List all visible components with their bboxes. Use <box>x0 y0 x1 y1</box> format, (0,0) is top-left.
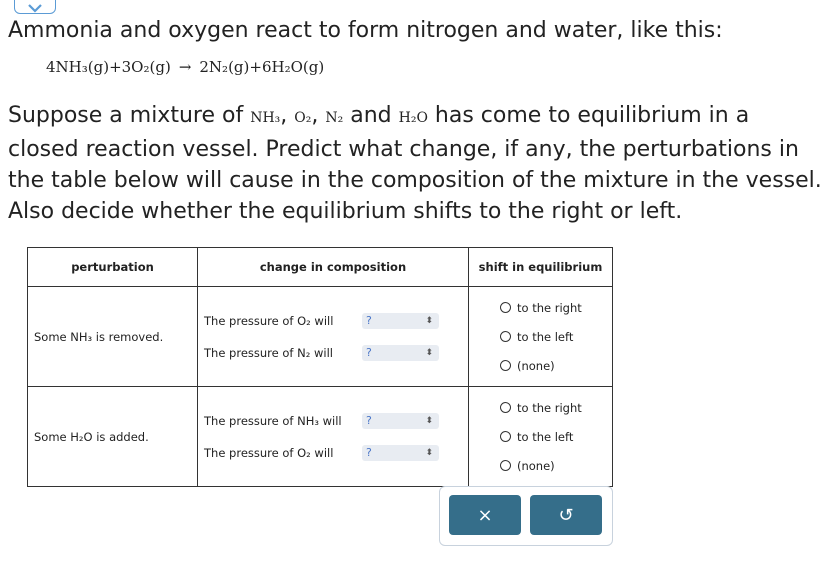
change-line: The pressure of O₂ will ? ⬍ <box>198 437 468 469</box>
radio-label: to the right <box>517 400 582 415</box>
reaction-equation: 4NH₃(g)+3O₂(g) → 2N₂(g)+6H₂O(g) <box>46 58 324 76</box>
radio-label: to the right <box>517 300 582 315</box>
header-shift: shift in equilibrium <box>468 247 613 287</box>
pressure-select[interactable]: ? ⬍ <box>362 344 439 361</box>
header-change: change in composition <box>197 247 469 287</box>
shift-cell: to the right to the left (none) <box>468 386 613 487</box>
species-n2: N₂ <box>325 110 344 126</box>
updown-caret-icon: ⬍ <box>425 447 433 458</box>
radio-option[interactable]: to the left <box>469 422 612 451</box>
question-text: Suppose a mixture of NH₃, O₂, N₂ and H₂O… <box>8 100 823 227</box>
equation-products: 2N₂(g)+6H₂O(g) <box>199 58 325 76</box>
species-nh3: NH₃ <box>250 110 281 126</box>
change-line: The pressure of N₂ will ? ⬍ <box>198 337 468 369</box>
updown-caret-icon: ⬍ <box>425 415 433 426</box>
equation-reactants: 4NH₃(g)+3O₂(g) <box>46 58 171 76</box>
select-value: ? <box>366 346 372 359</box>
updown-caret-icon: ⬍ <box>425 315 433 326</box>
radio-icon[interactable] <box>500 431 511 442</box>
equation-arrow: → <box>178 58 192 76</box>
radio-option[interactable]: (none) <box>469 351 612 380</box>
radio-icon[interactable] <box>500 402 511 413</box>
comma: , <box>311 103 326 128</box>
change-label: The pressure of NH₃ will <box>204 413 342 428</box>
header-perturbation: perturbation <box>27 247 198 287</box>
radio-icon[interactable] <box>500 460 511 471</box>
radio-icon[interactable] <box>500 360 511 371</box>
radio-option[interactable]: to the right <box>469 293 612 322</box>
radio-label: (none) <box>517 358 555 373</box>
radio-label: to the left <box>517 329 574 344</box>
select-value: ? <box>366 414 372 427</box>
pressure-select[interactable]: ? ⬍ <box>362 312 439 329</box>
species-h2o: H₂O <box>398 110 428 126</box>
radio-icon[interactable] <box>500 302 511 313</box>
change-cell: The pressure of NH₃ will ? ⬍ The pressur… <box>197 386 469 487</box>
undo-button[interactable]: ↺ <box>530 495 602 535</box>
clear-button[interactable]: × <box>449 495 521 535</box>
change-label: The pressure of N₂ will <box>204 345 333 360</box>
change-label: The pressure of O₂ will <box>204 445 334 460</box>
perturbation-cell: Some H₂O is added. <box>27 386 198 487</box>
and-word: and <box>343 103 399 128</box>
radio-label: (none) <box>517 458 555 473</box>
radio-icon[interactable] <box>500 331 511 342</box>
perturbation-cell: Some NH₃ is removed. <box>27 286 198 387</box>
change-line: The pressure of O₂ will ? ⬍ <box>198 305 468 337</box>
undo-icon: ↺ <box>558 504 574 526</box>
close-icon: × <box>477 504 493 526</box>
radio-label: to the left <box>517 429 574 444</box>
shift-cell: to the right to the left (none) <box>468 286 613 387</box>
perturbation-table: perturbation change in composition shift… <box>27 247 613 487</box>
change-line: The pressure of NH₃ will ? ⬍ <box>198 405 468 437</box>
table-row: Some H₂O is added. The pressure of NH₃ w… <box>27 386 613 487</box>
select-value: ? <box>366 314 372 327</box>
updown-caret-icon: ⬍ <box>425 347 433 358</box>
collapse-toggle[interactable] <box>14 0 56 14</box>
species-o2: O₂ <box>294 110 312 126</box>
question-part1: Suppose a mixture of <box>8 103 251 128</box>
change-cell: The pressure of O₂ will ? ⬍ The pressure… <box>197 286 469 387</box>
pressure-select[interactable]: ? ⬍ <box>362 412 439 429</box>
radio-option[interactable]: to the left <box>469 322 612 351</box>
chevron-down-icon <box>28 4 42 13</box>
action-panel: × ↺ <box>439 486 613 546</box>
pressure-select[interactable]: ? ⬍ <box>362 444 439 461</box>
select-value: ? <box>366 446 372 459</box>
radio-option[interactable]: to the right <box>469 393 612 422</box>
intro-text: Ammonia and oxygen react to form nitroge… <box>8 18 723 43</box>
change-label: The pressure of O₂ will <box>204 313 334 328</box>
comma: , <box>280 103 295 128</box>
table-row: Some NH₃ is removed. The pressure of O₂ … <box>27 286 613 387</box>
radio-option[interactable]: (none) <box>469 451 612 480</box>
